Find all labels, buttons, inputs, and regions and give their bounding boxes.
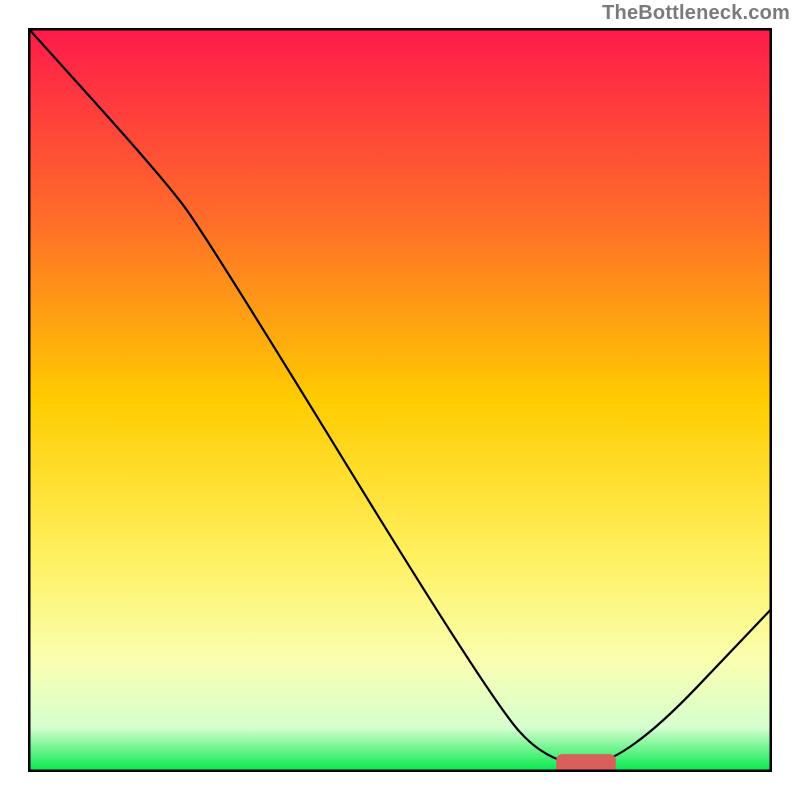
optimal-range-marker — [556, 754, 616, 772]
bottleneck-chart — [28, 28, 772, 772]
chart-frame — [28, 28, 772, 772]
gradient-background — [28, 28, 772, 772]
watermark-text: TheBottleneck.com — [602, 2, 790, 25]
